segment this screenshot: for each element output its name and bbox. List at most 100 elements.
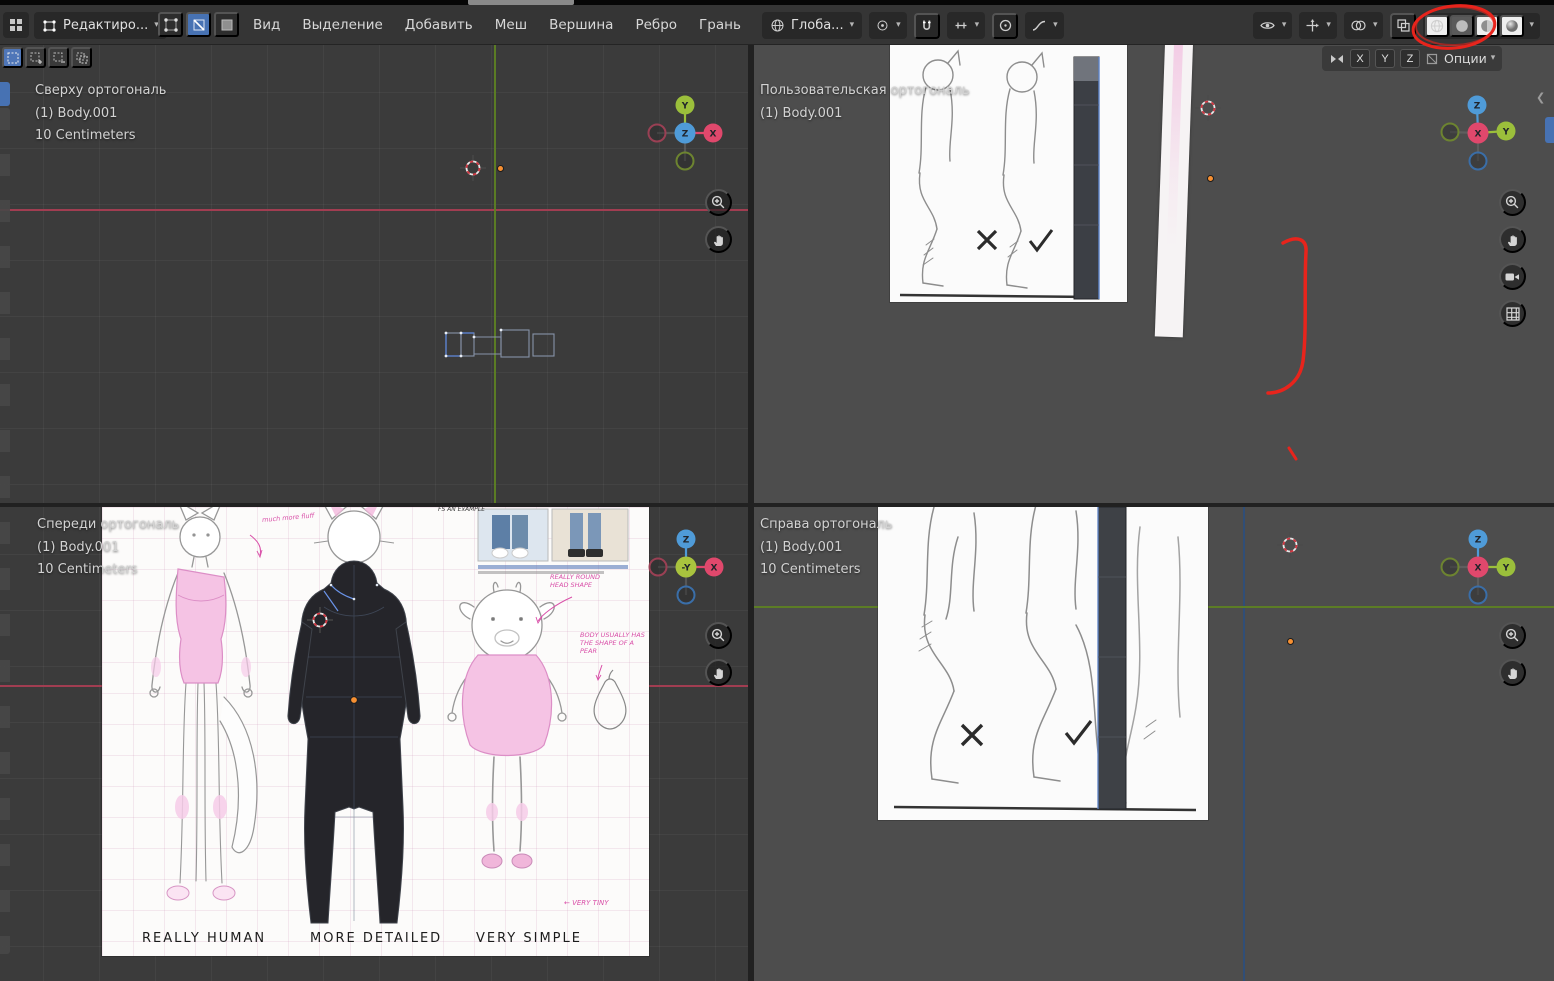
nav-gizmo[interactable]: Y X Z — [645, 93, 725, 173]
zoom-button[interactable] — [705, 622, 732, 649]
camera-icon — [1504, 269, 1521, 285]
pan-button[interactable] — [705, 659, 732, 686]
toolbar-rail[interactable] — [0, 108, 10, 954]
annotation-ellipse — [1408, 0, 1504, 54]
viewport-divider-horizontal[interactable] — [0, 503, 1554, 507]
mode-dropdown-label: Редактиро... — [63, 18, 148, 33]
nav-gizmo[interactable]: Z Y X — [1438, 93, 1518, 173]
edge-select-icon — [192, 18, 206, 32]
viewport-user-ortho[interactable]: Пользовательская ортогональ (1) Body.001… — [754, 45, 1554, 503]
cursor-3d — [459, 154, 487, 182]
select-intersect-icon — [75, 51, 89, 65]
blender-window: Редактиро... ▾ Вид Выделение Добавить Ме… — [0, 0, 1554, 981]
svg-text:X: X — [1475, 130, 1482, 140]
pan-button[interactable] — [1499, 226, 1526, 253]
select-subtract-icon — [52, 51, 66, 65]
viewport-front-ortho[interactable]: much more fluff FS AN ExAMPLE REALLY ROU… — [0, 507, 748, 981]
chevron-down-icon: ▾ — [1282, 21, 1287, 30]
transform-tools: Глоба... ▾ ▾ ▾ ▾ — [762, 12, 1064, 39]
ground-line — [894, 807, 1196, 810]
proportional-editing-button[interactable] — [992, 13, 1018, 39]
select-set-button[interactable] — [2, 47, 23, 68]
viewport-top-ortho[interactable]: Сверху ортогональ (1) Body.001 10 Centim… — [0, 45, 748, 503]
camera-view-button[interactable] — [1499, 263, 1526, 290]
falloff-dropdown[interactable]: ▾ — [1025, 12, 1064, 39]
menu-face[interactable]: Грань — [688, 12, 752, 38]
zoom-button[interactable] — [705, 189, 732, 216]
visibility-dropdown[interactable]: ▾ — [1253, 12, 1293, 39]
sidebar-tab[interactable] — [1545, 117, 1554, 143]
chevron-down-icon: ▾ — [1491, 54, 1496, 63]
reference-sketch — [878, 507, 1208, 820]
check-mark — [1066, 721, 1091, 743]
mirror-y-button[interactable]: Y — [1375, 49, 1395, 68]
snap-with-dropdown[interactable]: ▾ — [947, 12, 986, 39]
mirror-x-button[interactable]: X — [1350, 49, 1370, 68]
chevron-down-icon[interactable]: ▾ — [1525, 21, 1538, 30]
editor-type-button[interactable] — [3, 12, 29, 38]
orientation-label: Глоба... — [791, 18, 844, 33]
edit-mode-icon — [42, 18, 57, 33]
origin-point — [497, 165, 504, 172]
menu-add[interactable]: Добавить — [394, 12, 484, 38]
view-name-label: Справа ортогональ — [760, 517, 893, 532]
active-tool-tab[interactable] — [0, 82, 10, 106]
grid-icon — [1505, 306, 1521, 322]
edge-select-button[interactable] — [186, 12, 211, 37]
menu-mesh[interactable]: Меш — [484, 12, 538, 38]
select-subtract-button[interactable] — [48, 47, 69, 68]
viewport-divider-vertical[interactable] — [748, 45, 754, 981]
sidebar-expand-arrow[interactable]: ❮ — [1536, 91, 1545, 104]
nav-gizmo[interactable]: Z X -Y — [646, 527, 726, 607]
orientation-dropdown[interactable]: Глоба... ▾ — [762, 12, 862, 39]
mirror-icon — [1329, 52, 1345, 66]
rendered-sphere-icon — [1504, 18, 1520, 34]
x-mark — [978, 231, 996, 249]
object-name-label: (1) Body.001 — [37, 540, 119, 555]
chevron-down-icon: ▾ — [850, 21, 855, 30]
vertex-select-button[interactable] — [158, 12, 183, 37]
nav-gizmo[interactable]: Z Y X — [1438, 527, 1518, 607]
svg-text:Y: Y — [681, 102, 689, 112]
chevron-down-icon: ▾ — [975, 21, 980, 30]
face-select-button[interactable] — [214, 12, 239, 37]
magnifier-plus-icon — [710, 194, 727, 211]
reference-plane-edge — [1155, 45, 1193, 337]
photo-thumbnails — [478, 509, 628, 574]
gizmos-dropdown[interactable]: ▾ — [1299, 12, 1337, 39]
overlays-dropdown[interactable]: ▾ — [1344, 12, 1384, 39]
select-mode-group — [158, 12, 239, 37]
falloff-curve-icon — [1031, 18, 1047, 33]
hand-icon — [1505, 232, 1521, 248]
topbar: Редактиро... ▾ Вид Выделение Добавить Ме… — [0, 5, 1554, 45]
menu-edge[interactable]: Ребро — [624, 12, 688, 38]
zoom-button[interactable] — [1499, 622, 1526, 649]
scale-label: 10 Centimeters — [37, 562, 138, 577]
pink-smear — [1167, 45, 1183, 247]
select-add-icon — [29, 51, 43, 65]
overlays-icon — [1350, 18, 1367, 33]
menu-view[interactable]: Вид — [242, 12, 291, 38]
snap-toggle-button[interactable] — [914, 13, 940, 39]
mesh-wireframe[interactable] — [438, 317, 568, 377]
magnifier-plus-icon — [710, 627, 727, 644]
menu-vertex[interactable]: Вершина — [538, 12, 624, 38]
snap-target-dropdown[interactable]: ▾ — [869, 12, 907, 39]
hand-icon — [1505, 665, 1521, 681]
editor-type-icon — [8, 17, 24, 33]
grid-view-button[interactable] — [1499, 300, 1526, 327]
viewport-right-ortho[interactable]: Справа ортогональ (1) Body.001 10 Centim… — [754, 507, 1554, 981]
zoom-button[interactable] — [1499, 189, 1526, 216]
annotation-stroke — [1255, 225, 1325, 410]
menu-select[interactable]: Выделение — [291, 12, 393, 38]
mode-dropdown[interactable]: Редактиро... ▾ — [34, 12, 167, 39]
model-edge-on — [1098, 507, 1126, 809]
pan-button[interactable] — [705, 226, 732, 253]
select-intersect-button[interactable] — [71, 47, 92, 68]
chevron-down-icon: ▾ — [1326, 21, 1331, 30]
pan-button[interactable] — [1499, 659, 1526, 686]
shading-rendered-button[interactable] — [1500, 15, 1524, 37]
svg-text:Z: Z — [1474, 102, 1481, 112]
proportional-circle-icon — [998, 18, 1013, 33]
select-extend-button[interactable] — [25, 47, 46, 68]
